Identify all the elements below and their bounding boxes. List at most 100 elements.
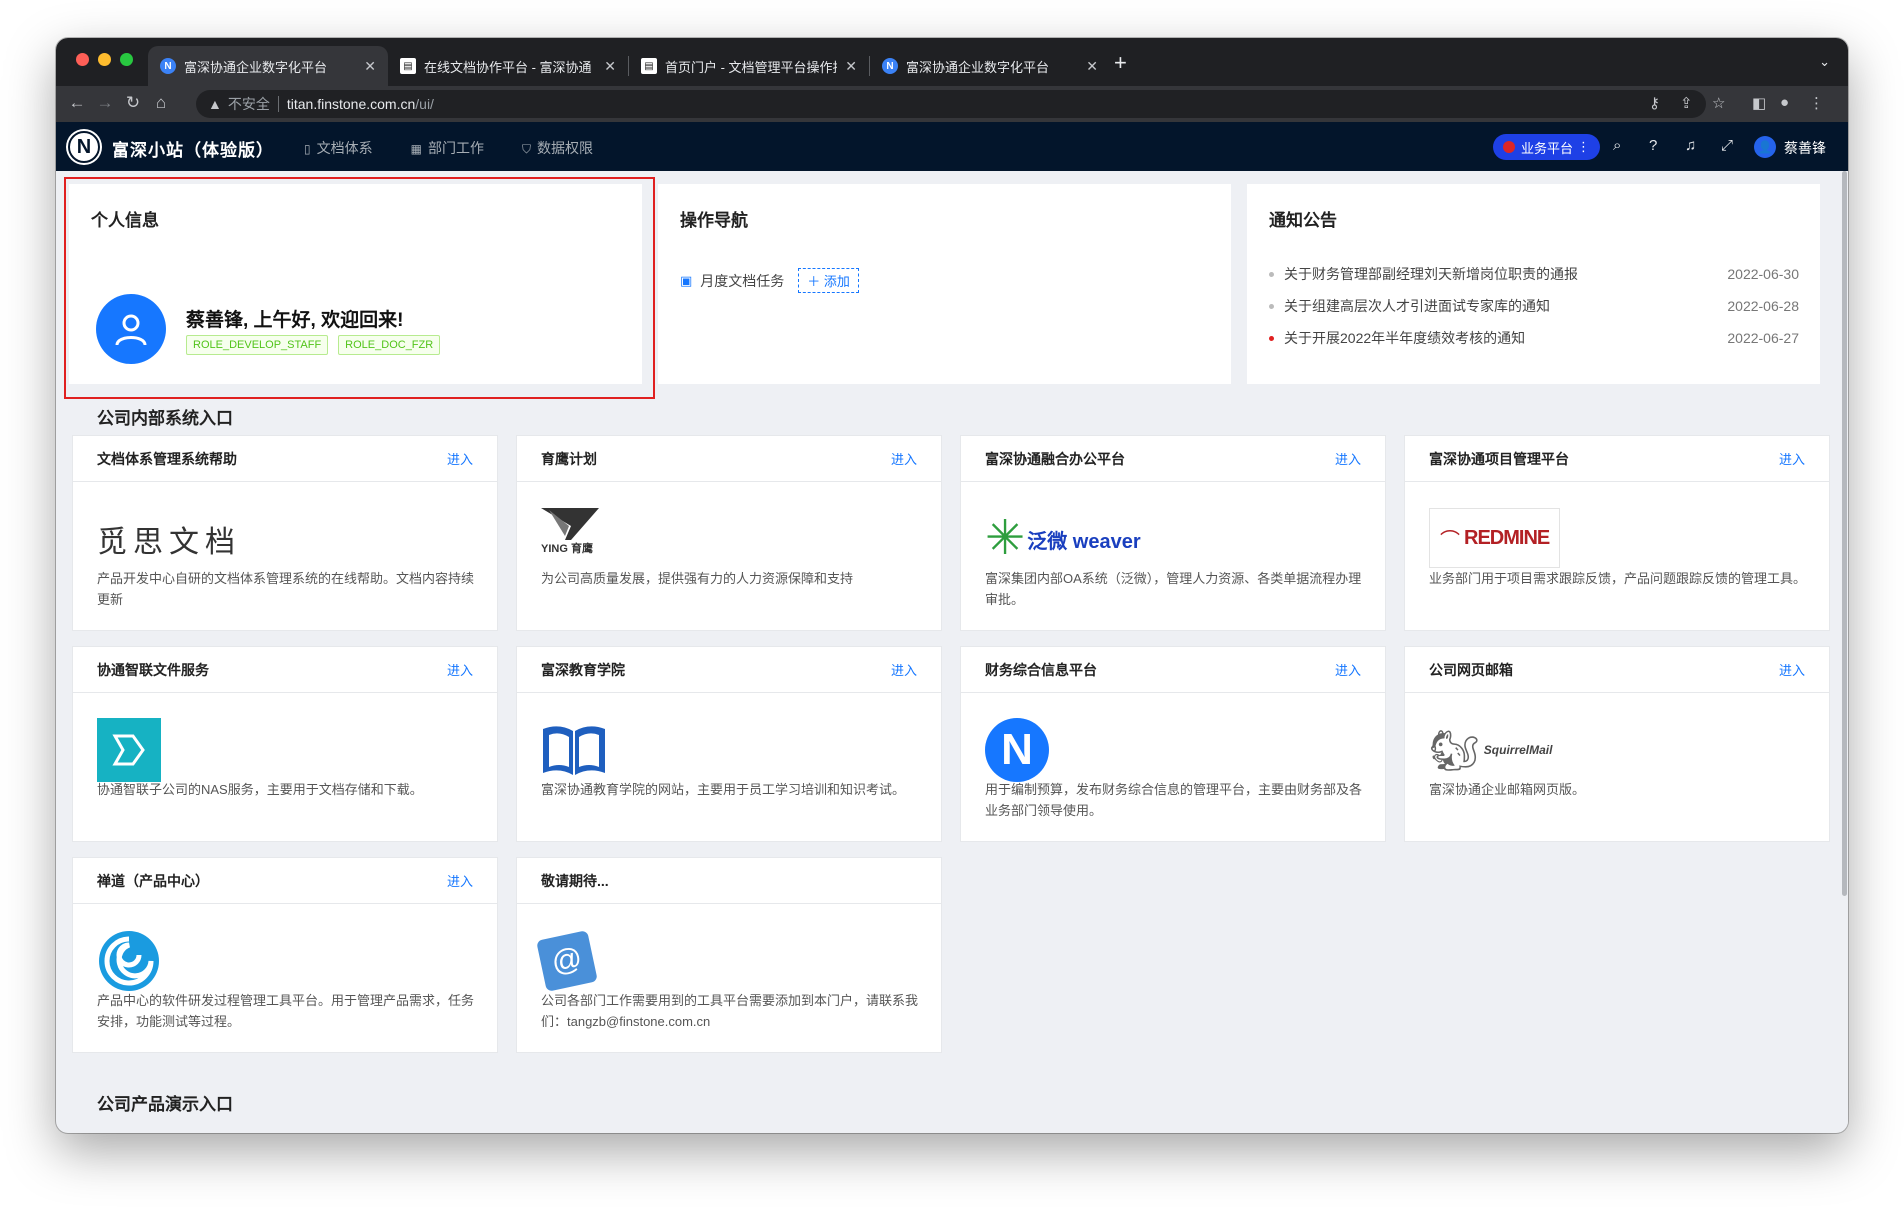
main-nav: ▯ 文档体系 ▦ 部门工作 ⛉ 数据权限 [304, 138, 593, 158]
system-card: 富深协通融合办公平台 进入 ✳ 泛微 weaver 富深集团内部OA系统（泛微），… [960, 435, 1386, 631]
nav-item-docs[interactable]: ▯ 文档体系 [304, 138, 373, 158]
forward-arrow-icon[interactable]: → [94, 93, 116, 113]
logo-text: SquirrelMail [1483, 743, 1553, 757]
document-icon: ▯ [304, 142, 311, 156]
system-card: 财务综合信息平台 进入 N 用于编制预算，发布财务综合信息的管理平台，主要由财务部… [960, 646, 1386, 842]
enter-link[interactable]: 进入 [1779, 660, 1805, 679]
logo-text: REDMINE [1464, 526, 1550, 549]
add-nav-button[interactable]: ＋ 添加 [798, 268, 859, 293]
demo-section-title: 公司产品演示入口 [97, 1095, 233, 1114]
card-description: 为公司高质量发展，提供强有力的人力资源保障和支持 [541, 571, 854, 586]
tab-title: 在线文档协作平台 - 富深协通 [424, 59, 592, 75]
browser-tab[interactable]: N 富深协通企业数字化平台 ✕ [870, 46, 1110, 86]
close-window-button[interactable] [76, 53, 89, 66]
browser-tab[interactable]: N 富深协通企业数字化平台 ✕ [148, 46, 388, 86]
search-icon[interactable]: ⌕ [1613, 137, 1621, 154]
finance-n-icon: N [985, 718, 1049, 782]
weaver-star-icon: ✳ [985, 512, 1026, 565]
enter-link[interactable]: 进入 [891, 660, 917, 679]
bell-icon[interactable]: ♫ [1685, 137, 1696, 154]
enter-link[interactable]: 进入 [1335, 660, 1361, 679]
browser-tab[interactable]: ▤ 首页门户 - 文档管理平台操作指南 ✕ [629, 46, 869, 86]
system-card: 文档体系管理系统帮助 进入 觅思文档 产品开发中心自研的文档体系管理系统的在线帮助… [72, 435, 498, 631]
greeting-text: 蔡善锋, 上午好, 欢迎回来! [186, 310, 404, 331]
browser-tab[interactable]: ▤ 在线文档协作平台 - 富深协通 ✕ [388, 46, 628, 86]
enter-link[interactable]: 进入 [447, 871, 473, 890]
close-tab-icon[interactable]: ✕ [1086, 58, 1098, 75]
nav-item-permissions[interactable]: ⛉ 数据权限 [522, 138, 593, 158]
nas-chevron-icon [97, 718, 161, 782]
card-header: 禅道（产品中心） 进入 [73, 858, 497, 904]
card-description: 富深协通企业邮箱网页版。 [1429, 782, 1586, 797]
enter-link[interactable]: 进入 [447, 449, 473, 468]
card-header: 富深教育学院 进入 [517, 647, 941, 693]
window-controls [76, 53, 133, 66]
logo-text: YING 育鹰 [541, 543, 593, 555]
notice-item[interactable]: 关于财务管理部副经理刘天新增岗位职责的通报 2022-06-30 [1269, 264, 1799, 284]
nav-label: 数据权限 [536, 140, 593, 156]
notice-item[interactable]: 关于组建高层次人才引进面试专家库的通知 2022-06-28 [1269, 296, 1799, 316]
card-title: 财务综合信息平台 [985, 661, 1097, 678]
bullet-icon [1269, 271, 1274, 277]
scrollbar-thumb[interactable] [1842, 171, 1847, 896]
business-platform-button[interactable]: 业务平台 ⋮ [1493, 134, 1601, 160]
internal-section-title: 公司内部系统入口 [97, 409, 233, 428]
tab-title: 首页门户 - 文档管理平台操作指南 [665, 59, 837, 75]
fullscreen-icon[interactable]: ⤢ [1721, 137, 1733, 154]
share-icon[interactable]: ⇪ [1680, 94, 1693, 112]
url-host: titan.finstone.com.cn [286, 96, 416, 112]
scrollbar[interactable] [1840, 171, 1848, 1133]
close-tab-icon[interactable]: ✕ [364, 58, 376, 75]
enter-link[interactable]: 进入 [447, 660, 473, 679]
profile-icon[interactable]: ● [1780, 94, 1789, 111]
nav-item-department[interactable]: ▦ 部门工作 [411, 138, 484, 158]
close-tab-icon[interactable]: ✕ [845, 58, 857, 75]
zoom-window-button[interactable] [120, 53, 133, 66]
card-description: 业务部门用于项目需求跟踪反馈，产品问题跟踪反馈的管理工具。 [1429, 571, 1807, 586]
bullet-icon [1269, 303, 1274, 309]
operation-nav-title: 操作导航 [680, 211, 748, 230]
help-icon[interactable]: ? [1649, 137, 1657, 154]
grid-icon: ▦ [410, 142, 422, 156]
site-name[interactable]: 富深小站（体验版） [112, 136, 274, 161]
squirrelmail-logo: 🐿 SquirrelMail [1429, 717, 1552, 783]
home-icon[interactable]: ⌂ [150, 93, 172, 113]
system-card: 育鹰计划 进入 YING 育鹰 为公司高质量发展，提供强有力的人力资源保障和支持 [516, 435, 942, 631]
notice-date: 2022-06-27 [1727, 330, 1799, 346]
enter-link[interactable]: 进入 [891, 449, 917, 468]
monthly-doc-task-link[interactable]: 月度文档任务 [700, 271, 784, 291]
swirl-icon [99, 931, 159, 991]
enter-link[interactable]: 进入 [1335, 449, 1361, 468]
security-label: 不安全 [227, 96, 270, 112]
card-title: 文档体系管理系统帮助 [97, 450, 237, 467]
site-logo[interactable]: N [68, 131, 100, 163]
notice-title: 通知公告 [1269, 211, 1337, 230]
operation-nav-panel: 操作导航 ▣ 月度文档任务 ＋ 添加 [658, 184, 1231, 384]
user-avatar[interactable]: 👤 [1754, 136, 1776, 158]
tab-favicon: N [882, 58, 898, 74]
notice-item[interactable]: 关于开展2022年半年度绩效考核的通知 2022-06-27 [1269, 328, 1799, 348]
password-key-icon[interactable]: ⚷ [1649, 94, 1660, 112]
url-path: /ui/ [415, 96, 434, 112]
reload-icon[interactable]: ↻ [122, 93, 144, 113]
nas-logo [97, 717, 161, 783]
close-tab-icon[interactable]: ✕ [604, 58, 616, 75]
browser-window: N 富深协通企业数字化平台 ✕ ▤ 在线文档协作平台 - 富深协通 ✕ ▤ 首页… [56, 38, 1848, 1133]
enter-link[interactable]: 进入 [1779, 449, 1805, 468]
back-arrow-icon[interactable]: ← [66, 93, 88, 113]
new-tab-plus-icon[interactable]: + [1114, 50, 1127, 76]
role-tag: ROLE_DEVELOP_STAFF [186, 335, 329, 355]
card-header: 敬请期待... [517, 858, 941, 904]
browser-menu-icon[interactable]: ⋮ [1809, 94, 1824, 112]
side-panel-icon[interactable]: ◧ [1752, 94, 1766, 112]
minimize-window-button[interactable] [98, 53, 111, 66]
bookmark-star-icon[interactable]: ☆ [1712, 94, 1725, 112]
nav-label: 文档体系 [316, 140, 373, 156]
address-bar[interactable]: ▲ 不安全 titan.finstone.com.cn/ui/ [196, 90, 1706, 118]
card-description: 用于编制预算，发布财务综合信息的管理平台，主要由财务部及各业务部门领导使用。 [985, 782, 1363, 818]
tab-search-chevron-icon[interactable]: ⌄ [1819, 54, 1830, 70]
card-description: 产品开发中心自研的文档体系管理系统的在线帮助。文档内容持续更新 [97, 571, 475, 607]
tab-title: 富深协通企业数字化平台 [906, 59, 1050, 75]
user-name[interactable]: 蔡善锋 [1784, 138, 1826, 158]
tab-strip: N 富深协通企业数字化平台 ✕ ▤ 在线文档协作平台 - 富深协通 ✕ ▤ 首页… [56, 38, 1848, 86]
